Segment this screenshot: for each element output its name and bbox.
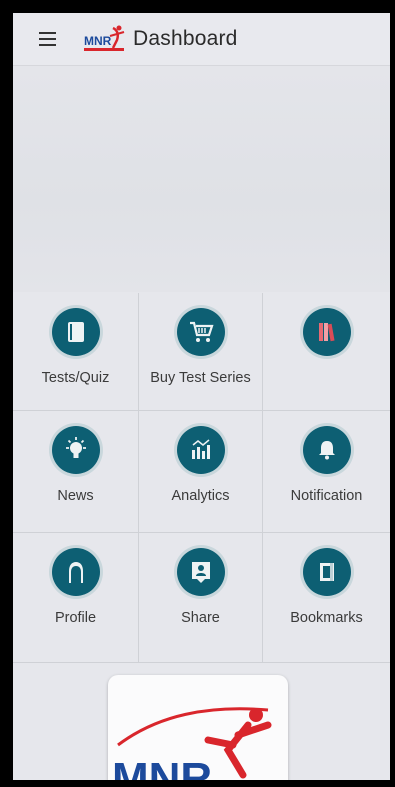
grid-item-news[interactable]: News <box>13 411 139 533</box>
grid-item-label: Buy Test Series <box>150 370 251 386</box>
bell-icon <box>302 426 351 474</box>
grid-item-label: Notification <box>290 488 363 504</box>
dashboard-grid: Tests/Quiz Buy Test Series News Analytic… <box>13 293 390 663</box>
grid-item-label: Tests/Quiz <box>41 370 110 386</box>
user-silhouette-icon <box>51 548 100 596</box>
app-screen: MNR Dashboard Tests/Quiz Buy Test Series… <box>13 13 390 780</box>
grid-item-library[interactable] <box>263 293 390 411</box>
grid-item-bookmarks[interactable]: Bookmarks <box>263 533 390 663</box>
grid-item-share[interactable]: Share <box>139 533 263 663</box>
bar-chart-icon <box>176 426 225 474</box>
bookmark-icon <box>302 548 351 596</box>
book-icon <box>51 308 100 356</box>
grid-item-buy-test-series[interactable]: Buy Test Series <box>139 293 263 411</box>
grid-item-tests-quiz[interactable]: Tests/Quiz <box>13 293 139 411</box>
banner-area <box>13 66 390 292</box>
grid-item-label: News <box>57 488 94 504</box>
shopping-cart-icon <box>176 308 225 356</box>
grid-item-profile[interactable]: Profile <box>13 533 139 663</box>
grid-item-label: Profile <box>54 610 97 626</box>
top-app-bar: MNR Dashboard <box>13 13 390 66</box>
grid-item-label: Bookmarks <box>290 610 363 626</box>
page-title: Dashboard <box>133 27 238 50</box>
logo-text: MNR <box>84 34 112 48</box>
promo-logo-card[interactable]: MNR <box>108 675 288 780</box>
grid-item-label: Analytics <box>171 488 230 504</box>
hamburger-menu-icon[interactable] <box>27 19 67 59</box>
library-books-icon <box>302 308 351 356</box>
share-profile-icon <box>176 548 225 596</box>
mnr-logo: MNR <box>83 24 127 54</box>
grid-item-label: Share <box>181 610 220 626</box>
lightbulb-icon <box>51 426 100 474</box>
grid-item-analytics[interactable]: Analytics <box>139 411 263 533</box>
promo-logo-text: MNR <box>112 754 212 780</box>
grid-item-notification[interactable]: Notification <box>263 411 390 533</box>
mnr-brand-logo: MNR <box>112 707 272 780</box>
